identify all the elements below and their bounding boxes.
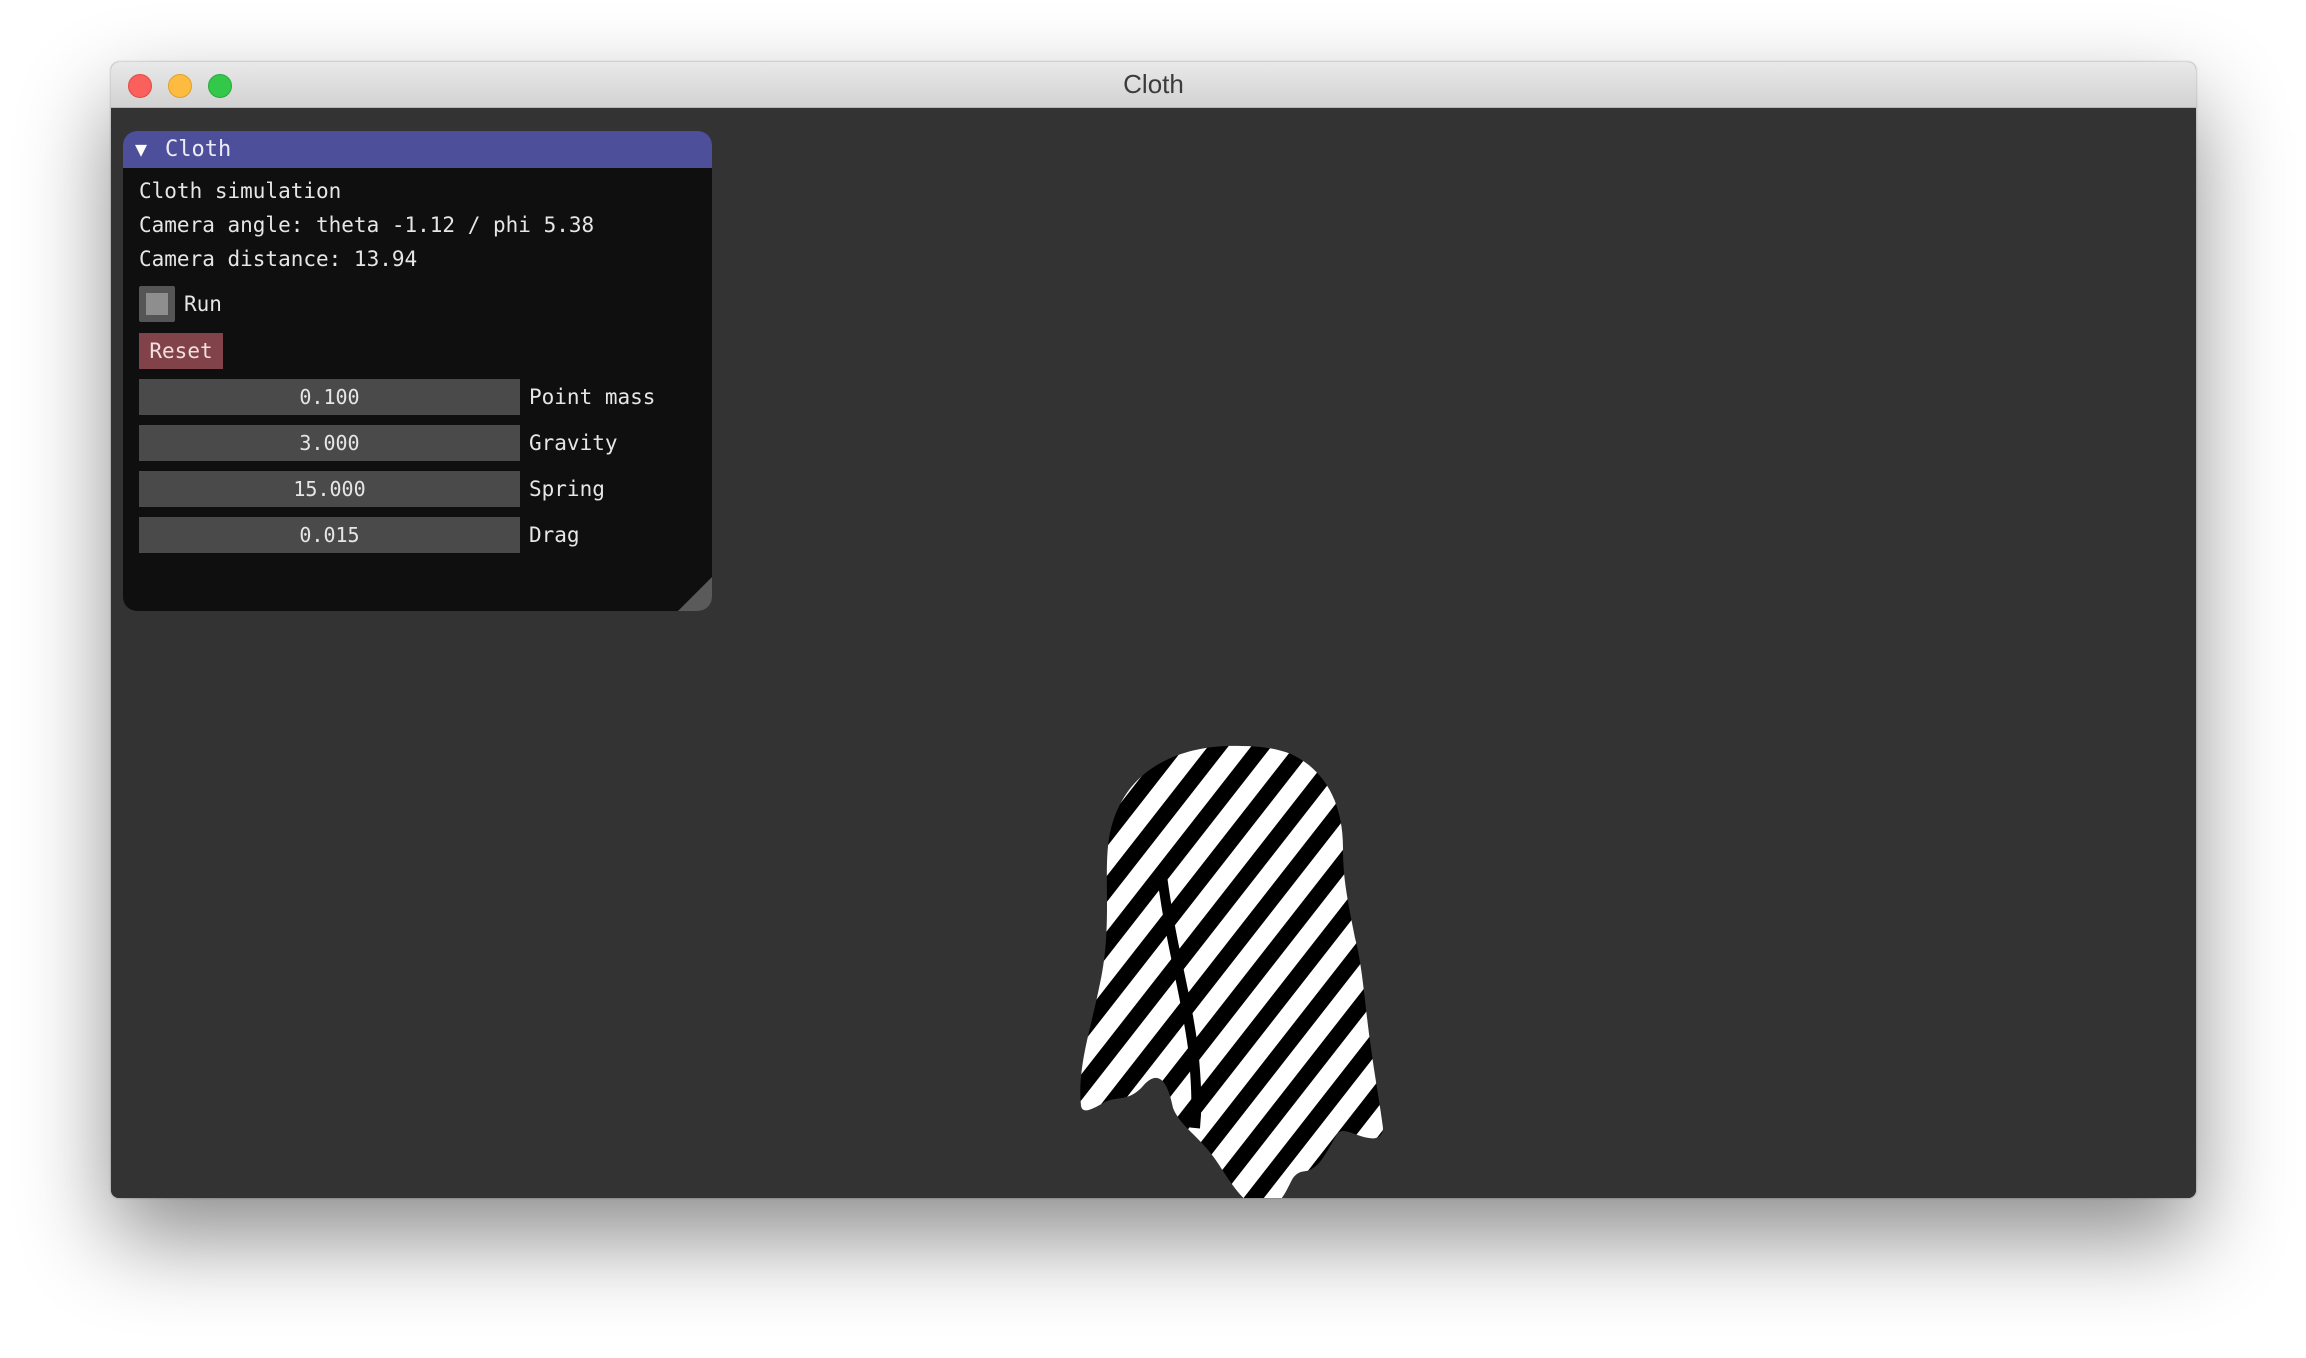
cloth-mesh: [1080, 745, 1384, 1198]
drag-slider[interactable]: 0.015: [139, 517, 520, 553]
cloth-control-panel[interactable]: ▼ Cloth Cloth simulation Camera angle: t…: [123, 131, 712, 611]
gravity-label: Gravity: [529, 431, 618, 455]
app-window: Cloth ▼ Cloth Cloth simulation Camera an…: [111, 62, 2196, 1198]
3d-viewport[interactable]: ▼ Cloth Cloth simulation Camera angle: t…: [111, 108, 2196, 1198]
gravity-slider[interactable]: 3.000: [139, 425, 520, 461]
panel-title: Cloth: [165, 137, 232, 162]
spring-slider[interactable]: 15.000: [139, 471, 520, 507]
triangle-down-icon[interactable]: ▼: [135, 139, 147, 159]
title-bar[interactable]: Cloth: [111, 62, 2196, 108]
checkbox-indicator: [146, 293, 168, 315]
reset-button[interactable]: Reset: [139, 333, 223, 369]
window-title: Cloth: [1123, 69, 1184, 99]
info-simulation-label: Cloth simulation: [139, 179, 342, 203]
info-camera-distance: Camera distance: 13.94: [139, 247, 418, 271]
run-checkbox[interactable]: [139, 286, 175, 322]
info-camera-angle: Camera angle: theta -1.12 / phi 5.38: [139, 213, 595, 237]
spring-label: Spring: [529, 477, 605, 501]
panel-header[interactable]: ▼ Cloth: [123, 131, 712, 168]
resize-grip-icon[interactable]: [678, 577, 712, 611]
run-label: Run: [184, 292, 222, 316]
point-mass-slider[interactable]: 0.100: [139, 379, 520, 415]
point-mass-label: Point mass: [529, 385, 656, 409]
drag-label: Drag: [529, 523, 580, 547]
